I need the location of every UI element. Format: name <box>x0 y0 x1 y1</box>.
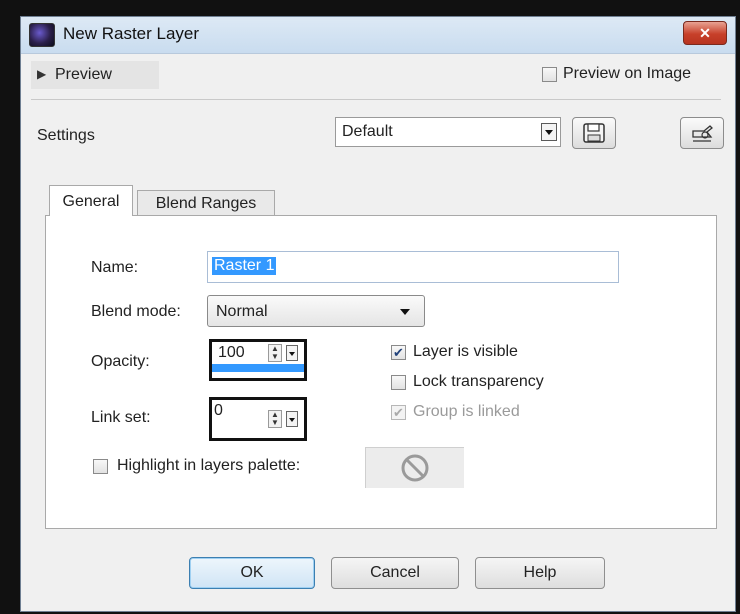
group-linked-label: Group is linked <box>413 403 520 420</box>
close-icon: ✕ <box>699 25 711 41</box>
divider <box>31 99 721 100</box>
checkmark-icon: ✔ <box>393 405 404 420</box>
preview-toggle[interactable]: ▶ Preview <box>31 61 159 89</box>
save-preset-button[interactable] <box>572 117 616 149</box>
name-value: Raster 1 <box>212 257 277 275</box>
lock-transparency-checkbox[interactable] <box>391 375 406 390</box>
expand-arrow-icon: ▶ <box>37 67 47 81</box>
name-label: Name: <box>91 259 139 276</box>
spin-arrows-icon[interactable]: ▲ ▼ <box>268 344 282 362</box>
title-bar[interactable]: New Raster Layer ✕ <box>21 17 735 54</box>
lock-transparency-label: Lock transparency <box>413 373 544 390</box>
help-button[interactable]: Help <box>475 557 605 589</box>
layer-visible-checkbox[interactable]: ✔ <box>391 345 406 360</box>
highlight-label: Highlight in layers palette: <box>117 457 301 474</box>
tab-blend-ranges-label: Blend Ranges <box>155 195 257 212</box>
group-linked-checkbox: ✔ <box>391 405 406 420</box>
reset-settings-icon <box>692 125 713 142</box>
dialog-window: New Raster Layer ✕ ▶ Preview Preview on … <box>20 16 736 612</box>
preview-on-image-label: Preview on Image <box>563 65 692 82</box>
highlight-color-swatch[interactable] <box>365 447 464 488</box>
link-set-label: Link set: <box>91 409 151 426</box>
blend-mode-label: Blend mode: <box>91 303 181 320</box>
opacity-slider-bar[interactable] <box>212 364 304 372</box>
settings-preset-select[interactable]: Default <box>335 117 561 147</box>
opacity-stepper[interactable]: 100 ▲ ▼ <box>209 339 307 381</box>
save-preset-icon <box>583 123 605 143</box>
highlight-checkbox[interactable] <box>93 459 108 474</box>
spin-arrows-icon[interactable]: ▲ ▼ <box>268 410 282 428</box>
no-color-icon <box>401 454 429 482</box>
chevron-down-icon[interactable] <box>286 411 298 427</box>
opacity-label: Opacity: <box>91 353 150 370</box>
blend-mode-select[interactable]: Normal <box>207 295 425 327</box>
paint-shop-pro-icon <box>29 23 55 47</box>
layer-visible-label: Layer is visible <box>413 343 518 360</box>
tab-blend-ranges[interactable]: Blend Ranges <box>137 190 275 215</box>
blend-mode-value: Normal <box>216 303 268 320</box>
ok-button[interactable]: OK <box>189 557 315 589</box>
reset-settings-button[interactable] <box>680 117 724 149</box>
chevron-down-icon[interactable] <box>541 123 557 141</box>
settings-label: Settings <box>37 127 95 144</box>
name-field[interactable]: Raster 1 <box>207 251 619 283</box>
chevron-down-icon <box>400 309 410 315</box>
chevron-down-icon[interactable] <box>286 345 298 361</box>
window-title: New Raster Layer <box>63 24 200 43</box>
close-button[interactable]: ✕ <box>683 21 727 45</box>
link-set-stepper[interactable]: 0 ▲ ▼ <box>209 397 307 441</box>
tab-general[interactable]: General <box>49 185 133 216</box>
settings-preset-value: Default <box>342 123 393 140</box>
preview-label: Preview <box>55 66 112 83</box>
checkmark-icon: ✔ <box>393 345 404 360</box>
tab-general-label: General <box>62 193 120 210</box>
link-set-value: 0 <box>214 402 223 419</box>
opacity-value: 100 <box>218 344 245 361</box>
preview-on-image-checkbox[interactable] <box>542 67 557 82</box>
cancel-button[interactable]: Cancel <box>331 557 459 589</box>
